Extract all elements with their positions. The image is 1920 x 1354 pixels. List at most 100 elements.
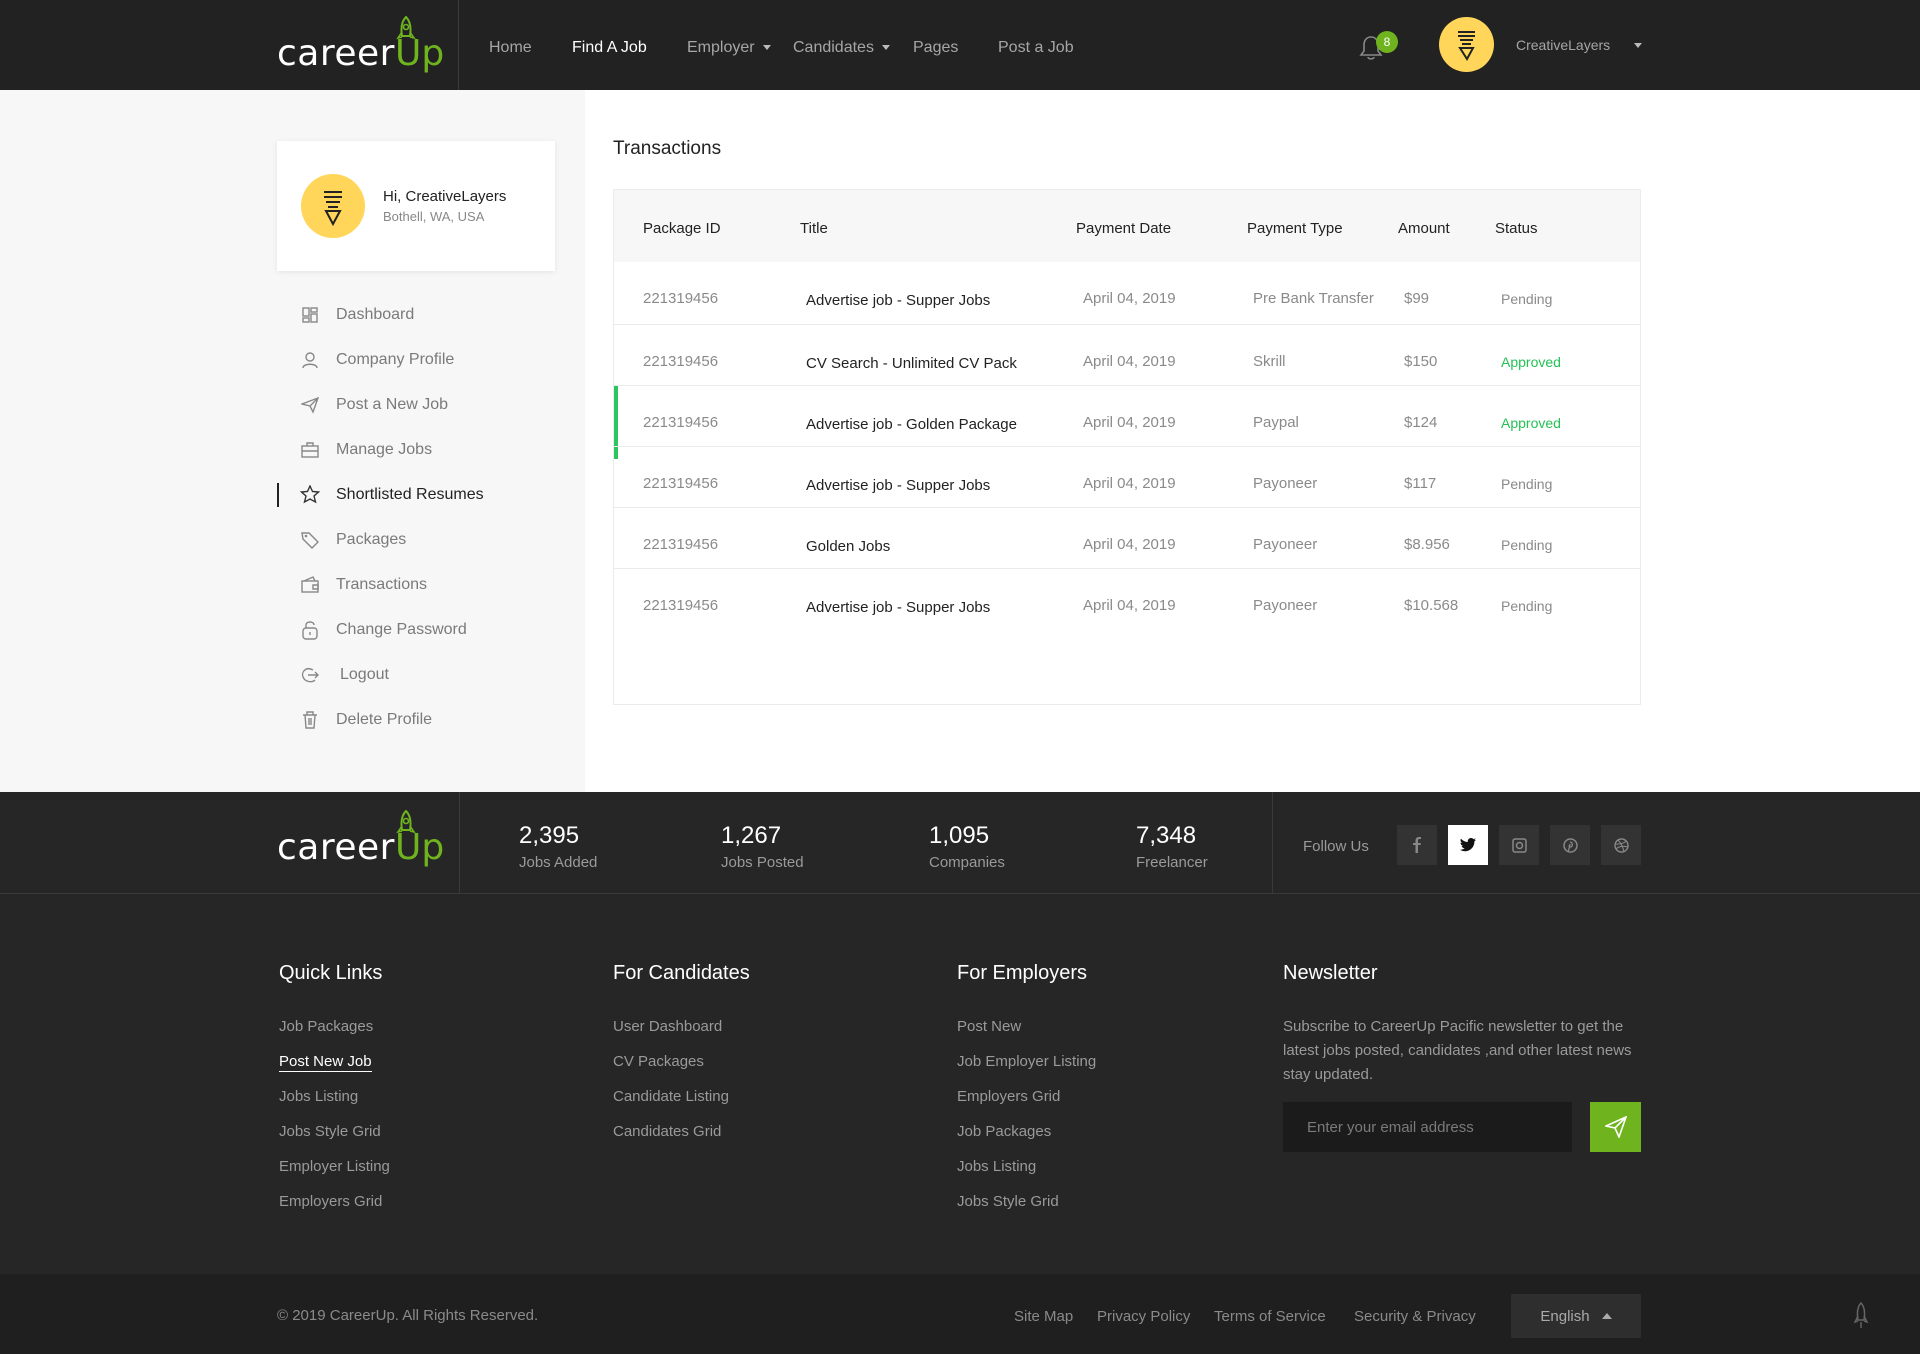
footer-link[interactable]: Employers Grid	[957, 1088, 1060, 1105]
rocket-logo-icon	[396, 16, 416, 40]
stats-band: career Up 2,395 Jobs Added 1,267 Jobs Pos…	[0, 792, 1920, 894]
sidebar-item-shortlisted-resumes[interactable]: Shortlisted Resumes	[300, 484, 484, 506]
footer-link[interactable]: Jobs Listing	[279, 1088, 358, 1105]
sidebar-item-packages[interactable]: Packages	[300, 529, 406, 551]
stat-freelancer: 7,348 Freelancer	[1136, 822, 1208, 871]
header-username[interactable]: CreativeLayers	[1516, 37, 1610, 53]
newsletter-submit-button[interactable]	[1590, 1102, 1641, 1152]
table-header: Package ID Title Payment Date Payment Ty…	[614, 190, 1640, 262]
rocket-back-to-top-icon[interactable]	[1852, 1302, 1870, 1330]
stat-value: 2,395	[519, 822, 580, 849]
footer-quick-links-title: Quick Links	[279, 962, 383, 984]
bottom-bar: © 2019 CareerUp. All Rights Reserved. Si…	[0, 1274, 1920, 1354]
footer-link[interactable]: Candidates Grid	[613, 1123, 721, 1140]
footer-link[interactable]: CV Packages	[613, 1053, 704, 1070]
nav-employer[interactable]: Employer	[687, 39, 771, 57]
user-avatar[interactable]	[1439, 17, 1494, 72]
sidebar-item-post-new-job[interactable]: Post a New Job	[300, 394, 448, 416]
cell-title: Golden Jobs	[806, 538, 891, 555]
nav-pages-label: Pages	[913, 39, 959, 56]
cell-amount: $124	[1404, 414, 1438, 431]
sidebar-item-dashboard[interactable]: Dashboard	[300, 304, 414, 326]
footer-link[interactable]: Job Employer Listing	[957, 1053, 1096, 1070]
cell-payment-type: Paypal	[1253, 414, 1299, 431]
top-header: career Up Home Find A Job Employer Candid…	[0, 0, 1920, 90]
footer-brand-logo[interactable]: career Up	[277, 810, 444, 866]
stat-jobs-added: 2,395 Jobs Added	[519, 822, 597, 871]
bottom-link-security-privacy[interactable]: Security & Privacy	[1354, 1308, 1476, 1325]
footer-link[interactable]: Candidate Listing	[613, 1088, 729, 1105]
footer-link[interactable]: Post New Job	[279, 1053, 372, 1072]
profile-location: Bothell, WA, USA	[383, 209, 485, 224]
profile-avatar	[301, 174, 365, 238]
sidebar-item-transactions[interactable]: Transactions	[300, 574, 427, 596]
tag-icon	[300, 530, 320, 550]
cell-title: Advertise job - Supper Jobs	[806, 599, 991, 616]
nav-find-a-job[interactable]: Find A Job	[572, 39, 647, 57]
column-header-status: Status	[1495, 220, 1538, 237]
bottom-link-privacy-policy[interactable]: Privacy Policy	[1097, 1308, 1190, 1325]
footer-link[interactable]: Employers Grid	[279, 1193, 382, 1210]
nav-home[interactable]: Home	[489, 39, 532, 57]
newsletter-description: Subscribe to CareerUp Pacific newsletter…	[1283, 1018, 1632, 1083]
cell-amount: $150	[1404, 353, 1438, 370]
instagram-icon[interactable]	[1499, 825, 1539, 865]
paper-plane-icon	[1604, 1116, 1627, 1138]
footer-link[interactable]: Jobs Style Grid	[957, 1193, 1059, 1210]
rocket-logo-icon	[396, 810, 416, 834]
cell-package-id: 221319456	[643, 414, 719, 431]
footer-link[interactable]: Job Packages	[957, 1123, 1051, 1140]
cell-amount: $10.568	[1404, 597, 1459, 614]
footer-link[interactable]: Post New	[957, 1018, 1021, 1035]
chevron-up-icon	[1601, 1313, 1612, 1319]
footer-link[interactable]: Job Packages	[279, 1018, 373, 1035]
sidebar-item-logout[interactable]: Logout	[300, 664, 389, 686]
copyright-text: © 2019 CareerUp. All Rights Reserved.	[277, 1307, 539, 1324]
cell-payment-type: Pre Bank Transfer	[1253, 290, 1374, 307]
column-header-package-id: Package ID	[643, 220, 721, 237]
stat-value: 1,267	[721, 822, 782, 849]
cell-title: Advertise job - Supper Jobs	[806, 292, 991, 309]
stat-label: Companies	[929, 854, 1005, 871]
footer: career Up 2,395 Jobs Added 1,267 Jobs Pos…	[0, 792, 1920, 1274]
pinterest-icon[interactable]	[1550, 825, 1590, 865]
cell-amount: $8.956	[1404, 536, 1450, 553]
nav-post-a-job[interactable]: Post a Job	[998, 39, 1074, 57]
sidebar-item-company-profile[interactable]: Company Profile	[300, 349, 454, 371]
table-row[interactable]: 221319456 Advertise job - Supper Jobs Apri…	[614, 568, 1640, 642]
language-selector[interactable]: English	[1511, 1294, 1641, 1338]
sidebar-item-label: Post a New Job	[336, 396, 449, 413]
column-header-payment-date: Payment Date	[1076, 220, 1172, 237]
footer-link[interactable]: Jobs Style Grid	[279, 1123, 381, 1140]
nav-candidates[interactable]: Candidates	[793, 39, 890, 57]
footer-link[interactable]: Employer Listing	[279, 1158, 390, 1175]
nav-pages[interactable]: Pages	[913, 39, 958, 57]
sidebar-item-delete-profile[interactable]: Delete Profile	[300, 709, 432, 731]
brand-logo[interactable]: career Up	[277, 16, 444, 74]
chevron-down-icon[interactable]	[1634, 43, 1642, 48]
cell-status: Approved	[1501, 354, 1561, 370]
twitter-icon[interactable]	[1448, 825, 1488, 865]
column-header-amount: Amount	[1398, 220, 1450, 237]
bottom-link-site-map[interactable]: Site Map	[1014, 1308, 1073, 1325]
footer-link[interactable]: Jobs Listing	[957, 1158, 1036, 1175]
logout-icon	[300, 665, 320, 685]
sidebar-item-label: Logout	[340, 666, 389, 683]
bottom-link-terms-of-service[interactable]: Terms of Service	[1214, 1308, 1326, 1325]
sidebar-item-label: Manage Jobs	[336, 441, 433, 458]
sidebar-item-change-password[interactable]: Change Password	[300, 619, 467, 641]
avatar-illustration-icon	[324, 191, 342, 227]
facebook-icon[interactable]	[1397, 825, 1437, 865]
cell-amount: $117	[1404, 475, 1437, 492]
footer-link[interactable]: User Dashboard	[613, 1018, 722, 1035]
logo-text-career: career	[277, 33, 395, 74]
language-label: English	[1540, 1307, 1590, 1325]
sidebar-item-manage-jobs[interactable]: Manage Jobs	[300, 439, 432, 461]
nav-employer-label: Employer	[687, 39, 755, 56]
dribbble-icon[interactable]	[1601, 825, 1641, 865]
cell-payment-date: April 04, 2019	[1083, 536, 1176, 553]
newsletter-email-input[interactable]	[1283, 1102, 1572, 1152]
notification-badge: 8	[1376, 31, 1398, 53]
profile-greeting: Hi, CreativeLayers	[383, 188, 507, 205]
trash-icon	[300, 710, 320, 730]
